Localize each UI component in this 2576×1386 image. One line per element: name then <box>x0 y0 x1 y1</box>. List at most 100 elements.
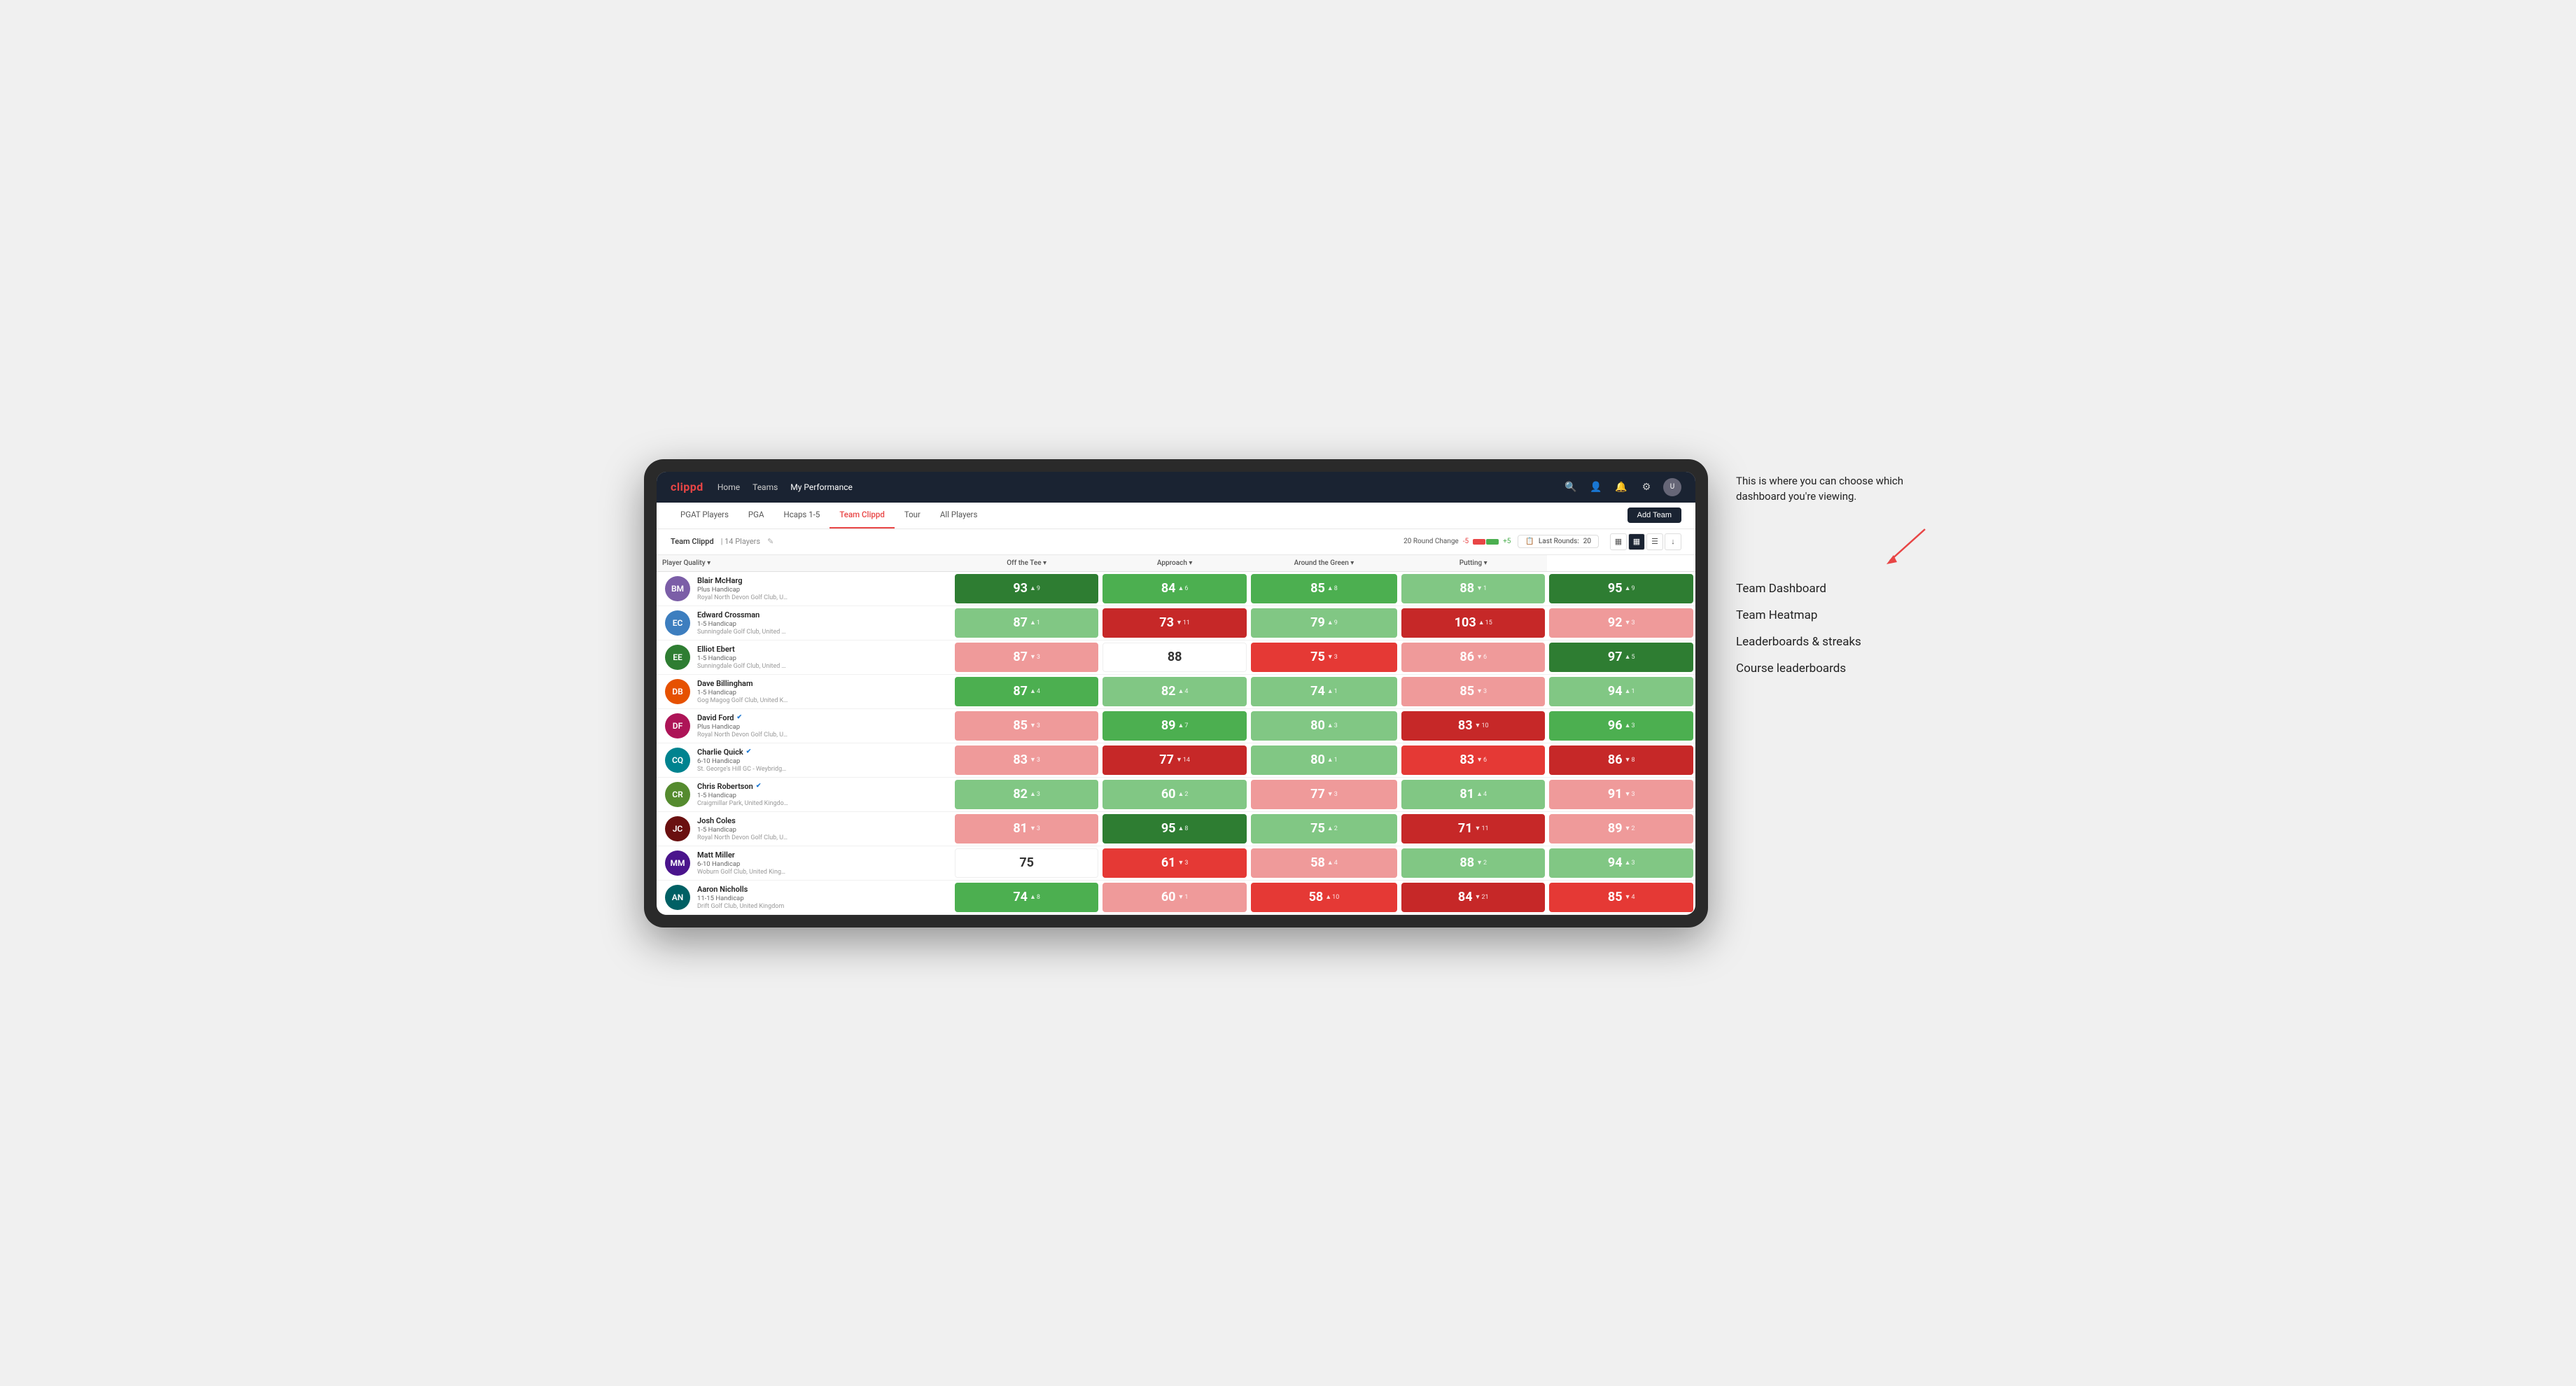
player-cell[interactable]: DF David Ford ✔ Plus Handicap Royal Nort… <box>657 708 953 743</box>
up-arrow-icon <box>1476 790 1483 798</box>
score-change: 10 <box>1475 722 1489 729</box>
sub-nav-pga[interactable]: PGA <box>738 502 774 528</box>
score-value: 58 <box>1309 890 1324 904</box>
search-icon[interactable]: 🔍 <box>1562 479 1579 496</box>
table-row: CQ Charlie Quick ✔ 6-10 Handicap St. Geo… <box>657 743 1695 777</box>
player-avatar: DB <box>665 679 690 704</box>
option-course-leaderboards[interactable]: Course leaderboards <box>1736 662 1932 676</box>
player-cell[interactable]: JC Josh Coles 1-5 Handicap Royal North D… <box>657 811 953 846</box>
score-box: 83 6 <box>1401 746 1545 775</box>
score-change: 3 <box>1625 859 1635 867</box>
score-box: 85 8 <box>1251 574 1397 603</box>
option-team-dashboard[interactable]: Team Dashboard <box>1736 582 1932 596</box>
score-box: 86 6 <box>1401 643 1545 672</box>
player-handicap: 1-5 Handicap <box>697 620 788 628</box>
sub-nav-all-players[interactable]: All Players <box>930 502 987 528</box>
score-box: 94 3 <box>1549 848 1693 878</box>
score-cell: 75 3 <box>1249 640 1399 674</box>
bell-icon[interactable]: 🔔 <box>1613 479 1630 496</box>
score-change: 3 <box>1476 687 1487 695</box>
settings-icon[interactable]: ⚙ <box>1638 479 1655 496</box>
player-name: Edward Crossman <box>697 610 788 620</box>
header-player[interactable]: Player Quality ▾ <box>657 555 953 572</box>
player-club: St. George's Hill GC - Weybridge - Surre… <box>697 766 788 773</box>
player-handicap: Plus Handicap <box>697 586 788 594</box>
header-off-tee[interactable]: Off the Tee ▾ <box>953 555 1100 572</box>
score-value: 82 <box>1013 787 1028 802</box>
round-change: 20 Round Change -5 +5 <box>1404 538 1511 545</box>
dashboard-options: Team Dashboard Team Heatmap Leaderboards… <box>1736 582 1932 676</box>
player-cell[interactable]: AN Aaron Nicholls 11-15 Handicap Drift G… <box>657 880 953 914</box>
player-cell[interactable]: EC Edward Crossman 1-5 Handicap Sunningd… <box>657 606 953 640</box>
nav-link-home[interactable]: Home <box>718 482 740 492</box>
player-name: Josh Coles <box>697 816 788 825</box>
player-cell[interactable]: EE Elliot Ebert 1-5 Handicap Sunningdale… <box>657 640 953 674</box>
score-change: 3 <box>1327 653 1338 661</box>
last-rounds-button[interactable]: 📋 Last Rounds: 20 <box>1518 535 1599 548</box>
nav-link-teams[interactable]: Teams <box>752 482 778 492</box>
option-team-heatmap[interactable]: Team Heatmap <box>1736 608 1932 622</box>
sub-nav-tour[interactable]: Tour <box>895 502 930 528</box>
down-arrow-icon <box>1625 825 1631 832</box>
score-value: 97 <box>1608 650 1623 664</box>
up-arrow-icon <box>1625 687 1631 695</box>
people-icon[interactable]: 👤 <box>1588 479 1604 496</box>
score-change: 8 <box>1177 825 1188 832</box>
down-arrow-icon <box>1177 859 1184 867</box>
player-cell[interactable]: BM Blair McHarg Plus Handicap Royal Nort… <box>657 571 953 606</box>
tablet-device: clippd Home Teams My Performance 🔍 👤 🔔 ⚙… <box>644 459 1708 927</box>
score-change: 3 <box>1625 790 1635 798</box>
team-count: | 14 Players <box>721 537 760 546</box>
score-cell: 58 10 <box>1249 880 1399 914</box>
nav-link-my-performance[interactable]: My Performance <box>790 482 853 492</box>
sub-nav-team-clippd[interactable]: Team Clippd <box>830 502 894 528</box>
score-box: 92 3 <box>1549 608 1693 638</box>
grid-view-button[interactable]: ▦ <box>1610 533 1627 550</box>
score-box: 81 4 <box>1401 780 1545 809</box>
score-change: 1 <box>1327 756 1338 764</box>
score-change: 2 <box>1625 825 1635 832</box>
score-cell: 77 3 <box>1249 777 1399 811</box>
sub-nav-hcaps[interactable]: Hcaps 1-5 <box>774 502 830 528</box>
up-arrow-icon <box>1325 893 1331 901</box>
score-box: 83 10 <box>1401 711 1545 741</box>
player-cell[interactable]: CQ Charlie Quick ✔ 6-10 Handicap St. Geo… <box>657 743 953 777</box>
option-leaderboards[interactable]: Leaderboards & streaks <box>1736 635 1932 649</box>
add-team-button[interactable]: Add Team <box>1628 507 1681 523</box>
down-arrow-icon <box>1625 756 1631 764</box>
list-view-button[interactable]: ☰ <box>1646 533 1663 550</box>
down-arrow-icon <box>1625 619 1631 626</box>
score-change: 3 <box>1625 722 1635 729</box>
player-cell[interactable]: MM Matt Miller 6-10 Handicap Woburn Golf… <box>657 846 953 880</box>
player-avatar: MM <box>665 850 690 876</box>
player-cell[interactable]: CR Chris Robertson ✔ 1-5 Handicap Craigm… <box>657 777 953 811</box>
table-row: CR Chris Robertson ✔ 1-5 Handicap Craigm… <box>657 777 1695 811</box>
score-cell: 88 <box>1100 640 1248 674</box>
down-arrow-icon <box>1476 859 1483 867</box>
score-change: 4 <box>1625 893 1635 901</box>
up-arrow-icon <box>1327 584 1334 592</box>
download-button[interactable]: ↓ <box>1665 533 1681 550</box>
verified-icon: ✔ <box>746 748 752 755</box>
header-putting[interactable]: Putting ▾ <box>1399 555 1547 572</box>
logo[interactable]: clippd <box>671 480 704 493</box>
header-approach[interactable]: Approach ▾ <box>1100 555 1248 572</box>
player-cell[interactable]: DB Dave Billingham 1-5 Handicap Gog Mago… <box>657 674 953 708</box>
up-arrow-icon <box>1478 619 1485 626</box>
player-handicap: 11-15 Handicap <box>697 895 784 902</box>
score-cell: 92 3 <box>1547 606 1695 640</box>
score-value: 58 <box>1310 855 1325 870</box>
player-name: Matt Miller <box>697 850 788 860</box>
up-arrow-icon <box>1030 893 1036 901</box>
edit-icon[interactable]: ✎ <box>767 537 774 546</box>
score-value: 96 <box>1608 718 1623 733</box>
score-value: 73 <box>1159 615 1174 630</box>
sub-nav: PGAT Players PGA Hcaps 1-5 Team Clippd T… <box>657 503 1695 529</box>
sub-nav-pgat[interactable]: PGAT Players <box>671 502 738 528</box>
header-around-green[interactable]: Around the Green ▾ <box>1249 555 1399 572</box>
avatar[interactable]: U <box>1663 478 1681 496</box>
score-box: 60 2 <box>1102 780 1246 809</box>
heatmap-view-button[interactable]: ▦ <box>1628 533 1645 550</box>
score-cell: 88 1 <box>1399 571 1547 606</box>
score-cell: 83 6 <box>1399 743 1547 777</box>
